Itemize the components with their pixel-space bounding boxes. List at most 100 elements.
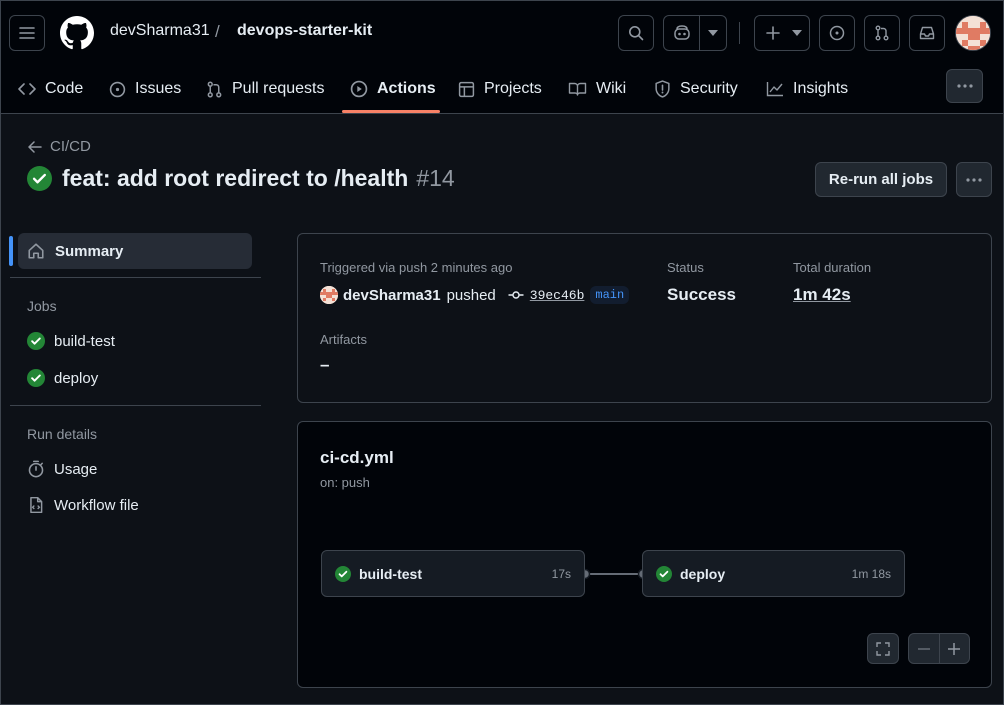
search-icon	[629, 26, 644, 41]
sidebar-item-workflow-file[interactable]: Workflow file	[27, 496, 139, 514]
copilot-button[interactable]	[663, 15, 727, 51]
sidebar-divider	[10, 277, 261, 278]
tab-projects[interactable]: Projects	[458, 76, 542, 102]
shield-icon	[655, 80, 670, 98]
minus-icon	[917, 647, 930, 650]
run-title-text: feat: add root redirect to /health	[62, 165, 409, 191]
book-icon	[568, 82, 587, 96]
job-node-build-test[interactable]: build-test 17s	[321, 550, 585, 597]
create-new-button[interactable]	[754, 15, 810, 51]
active-tab-indicator	[342, 110, 440, 113]
sidebar-item-label: Summary	[55, 242, 124, 260]
tab-insights[interactable]: Insights	[766, 76, 848, 102]
stopwatch-icon	[28, 460, 44, 478]
selected-indicator	[9, 236, 13, 266]
sidebar-job-build-test[interactable]: build-test	[27, 332, 115, 350]
file-code-icon	[30, 496, 43, 514]
sidebar-job-deploy[interactable]: deploy	[27, 369, 98, 387]
check-circle-icon	[27, 332, 45, 350]
tab-label: Issues	[135, 80, 182, 97]
run-number: #14	[416, 165, 455, 191]
issue-icon	[109, 81, 126, 97]
chevron-down-icon	[708, 30, 718, 36]
chevron-down-icon	[792, 30, 802, 36]
run-details-heading: Run details	[27, 426, 98, 442]
github-logo-icon[interactable]	[60, 16, 94, 50]
duration-value[interactable]: 1m 42s	[793, 285, 851, 305]
status-value: Success	[667, 285, 736, 304]
job-node-deploy[interactable]: deploy 1m 18s	[642, 550, 905, 597]
tab-code[interactable]: Code	[18, 76, 83, 102]
pull-requests-button[interactable]	[864, 15, 900, 51]
artifacts-label: Artifacts	[320, 332, 367, 347]
kebab-horizontal-icon	[966, 177, 982, 182]
more-tabs-button[interactable]	[946, 69, 983, 103]
commit-sha-link[interactable]: 39ec46b	[530, 288, 585, 303]
kebab-horizontal-icon	[956, 84, 973, 88]
fullscreen-icon	[876, 641, 890, 656]
tab-actions[interactable]: Actions	[350, 76, 436, 102]
sidebar-item-label: deploy	[54, 369, 99, 387]
issues-button[interactable]	[819, 15, 855, 51]
sidebar-divider	[10, 405, 261, 406]
tab-label: Security	[680, 80, 738, 97]
actor-name[interactable]: devSharma31	[343, 287, 441, 304]
tab-pull-requests[interactable]: Pull requests	[206, 76, 325, 102]
commit-icon	[508, 291, 524, 299]
plus-icon	[766, 26, 780, 40]
tab-label: Insights	[793, 80, 849, 97]
workflow-file-name: ci-cd.yml	[320, 448, 394, 467]
search-button[interactable]	[618, 15, 654, 51]
run-options-button[interactable]	[956, 162, 992, 197]
pull-request-icon	[875, 25, 889, 41]
plus-icon	[948, 642, 961, 655]
table-icon	[458, 81, 475, 97]
back-to-workflow-link[interactable]: CI/CD	[28, 138, 91, 155]
play-icon	[350, 80, 368, 98]
back-link-label: CI/CD	[50, 138, 91, 155]
inbox-icon	[919, 26, 935, 40]
tab-security[interactable]: Security	[654, 76, 738, 102]
actor-avatar[interactable]	[320, 286, 338, 304]
tab-wiki[interactable]: Wiki	[568, 76, 626, 102]
job-duration: 1m 18s	[851, 566, 891, 581]
breadcrumb-repo[interactable]: devops-starter-kit	[237, 22, 372, 40]
copilot-icon	[674, 25, 690, 40]
zoom-out-button[interactable]	[909, 634, 940, 663]
trigger-action: pushed	[446, 286, 496, 304]
sidebar-item-usage[interactable]: Usage	[27, 460, 97, 478]
tab-label: Projects	[484, 80, 542, 97]
duration-label: Total duration	[793, 260, 872, 275]
zoom-controls	[908, 633, 970, 664]
zoom-in-button[interactable]	[940, 634, 970, 663]
header-divider	[739, 22, 740, 44]
sidebar-item-label: Workflow file	[54, 496, 139, 514]
issue-icon	[829, 25, 845, 41]
branch-badge[interactable]: main	[590, 286, 630, 304]
tab-label: Code	[45, 80, 84, 97]
fullscreen-button[interactable]	[867, 633, 899, 664]
code-icon	[18, 83, 36, 95]
breadcrumb-owner[interactable]: devSharma31	[110, 22, 210, 40]
job-connector	[579, 568, 649, 580]
arrow-left-icon	[28, 140, 42, 153]
graph-icon	[766, 82, 783, 97]
breadcrumb-separator: /	[215, 22, 220, 41]
check-circle-icon	[27, 369, 45, 387]
check-circle-icon	[27, 166, 52, 191]
tab-issues[interactable]: Issues	[109, 76, 181, 102]
job-name: deploy	[680, 565, 726, 582]
menu-button[interactable]	[9, 15, 45, 51]
status-label: Status	[667, 260, 704, 275]
rerun-all-jobs-button[interactable]: Re-run all jobs	[815, 162, 947, 197]
tab-label: Wiki	[596, 80, 627, 97]
artifacts-value: –	[320, 355, 330, 374]
inbox-button[interactable]	[909, 15, 945, 51]
sidebar-item-summary[interactable]: Summary	[18, 233, 252, 269]
check-circle-icon	[656, 565, 672, 582]
home-icon	[28, 243, 44, 259]
user-avatar[interactable]	[955, 15, 991, 51]
sidebar-item-label: build-test	[54, 332, 115, 350]
run-summary-card	[297, 233, 992, 403]
run-title: feat: add root redirect to /health #14	[27, 165, 455, 192]
